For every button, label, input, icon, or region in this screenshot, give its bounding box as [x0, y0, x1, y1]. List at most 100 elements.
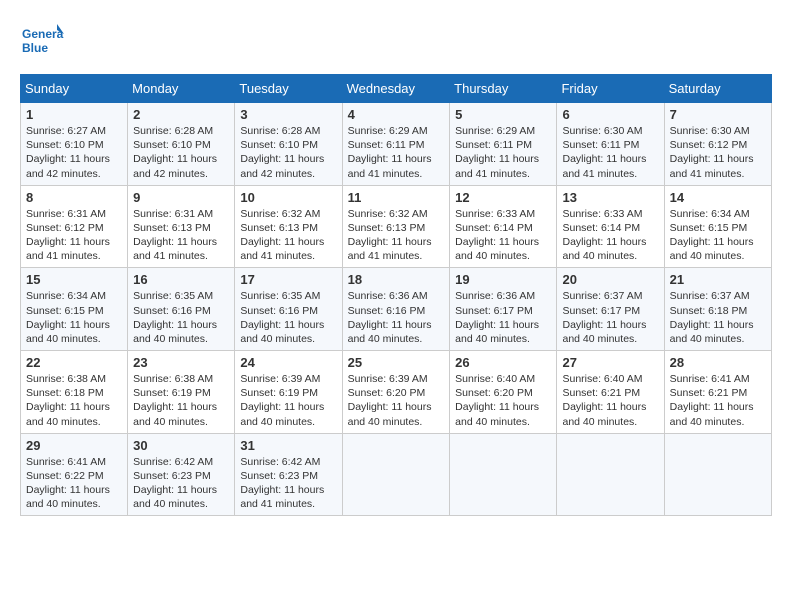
calendar-week-row: 8 Sunrise: 6:31 AM Sunset: 6:12 PM Dayli… — [21, 185, 772, 268]
day-info: Sunrise: 6:39 AM Sunset: 6:19 PM Dayligh… — [240, 372, 336, 429]
day-info: Sunrise: 6:32 AM Sunset: 6:13 PM Dayligh… — [348, 207, 445, 264]
day-info: Sunrise: 6:40 AM Sunset: 6:20 PM Dayligh… — [455, 372, 551, 429]
page-header: General Blue — [20, 20, 772, 64]
calendar-cell: 3 Sunrise: 6:28 AM Sunset: 6:10 PM Dayli… — [235, 103, 342, 186]
calendar-header-row: SundayMondayTuesdayWednesdayThursdayFrid… — [21, 75, 772, 103]
calendar-cell: 14 Sunrise: 6:34 AM Sunset: 6:15 PM Dayl… — [664, 185, 771, 268]
calendar-cell — [664, 433, 771, 516]
calendar-day-header: Tuesday — [235, 75, 342, 103]
day-number: 22 — [26, 355, 122, 370]
calendar-cell: 8 Sunrise: 6:31 AM Sunset: 6:12 PM Dayli… — [21, 185, 128, 268]
calendar-cell: 17 Sunrise: 6:35 AM Sunset: 6:16 PM Dayl… — [235, 268, 342, 351]
day-info: Sunrise: 6:39 AM Sunset: 6:20 PM Dayligh… — [348, 372, 445, 429]
calendar-cell: 29 Sunrise: 6:41 AM Sunset: 6:22 PM Dayl… — [21, 433, 128, 516]
day-number: 25 — [348, 355, 445, 370]
calendar-day-header: Wednesday — [342, 75, 450, 103]
day-info: Sunrise: 6:42 AM Sunset: 6:23 PM Dayligh… — [133, 455, 229, 512]
day-number: 11 — [348, 190, 445, 205]
day-info: Sunrise: 6:36 AM Sunset: 6:16 PM Dayligh… — [348, 289, 445, 346]
day-info: Sunrise: 6:37 AM Sunset: 6:17 PM Dayligh… — [562, 289, 658, 346]
calendar-cell: 22 Sunrise: 6:38 AM Sunset: 6:18 PM Dayl… — [21, 351, 128, 434]
day-info: Sunrise: 6:35 AM Sunset: 6:16 PM Dayligh… — [240, 289, 336, 346]
logo: General Blue — [20, 20, 64, 64]
day-info: Sunrise: 6:29 AM Sunset: 6:11 PM Dayligh… — [455, 124, 551, 181]
day-info: Sunrise: 6:30 AM Sunset: 6:11 PM Dayligh… — [562, 124, 658, 181]
day-number: 9 — [133, 190, 229, 205]
day-number: 2 — [133, 107, 229, 122]
day-number: 29 — [26, 438, 122, 453]
calendar-cell: 31 Sunrise: 6:42 AM Sunset: 6:23 PM Dayl… — [235, 433, 342, 516]
calendar-day-header: Friday — [557, 75, 664, 103]
calendar-cell: 5 Sunrise: 6:29 AM Sunset: 6:11 PM Dayli… — [450, 103, 557, 186]
day-info: Sunrise: 6:41 AM Sunset: 6:22 PM Dayligh… — [26, 455, 122, 512]
day-info: Sunrise: 6:40 AM Sunset: 6:21 PM Dayligh… — [562, 372, 658, 429]
day-number: 5 — [455, 107, 551, 122]
day-info: Sunrise: 6:33 AM Sunset: 6:14 PM Dayligh… — [455, 207, 551, 264]
day-info: Sunrise: 6:34 AM Sunset: 6:15 PM Dayligh… — [26, 289, 122, 346]
day-info: Sunrise: 6:41 AM Sunset: 6:21 PM Dayligh… — [670, 372, 766, 429]
calendar-cell — [342, 433, 450, 516]
calendar-cell: 23 Sunrise: 6:38 AM Sunset: 6:19 PM Dayl… — [128, 351, 235, 434]
day-number: 19 — [455, 272, 551, 287]
day-number: 4 — [348, 107, 445, 122]
day-info: Sunrise: 6:30 AM Sunset: 6:12 PM Dayligh… — [670, 124, 766, 181]
calendar-cell: 1 Sunrise: 6:27 AM Sunset: 6:10 PM Dayli… — [21, 103, 128, 186]
day-info: Sunrise: 6:42 AM Sunset: 6:23 PM Dayligh… — [240, 455, 336, 512]
calendar-cell: 19 Sunrise: 6:36 AM Sunset: 6:17 PM Dayl… — [450, 268, 557, 351]
calendar-table: SundayMondayTuesdayWednesdayThursdayFrid… — [20, 74, 772, 516]
calendar-cell — [557, 433, 664, 516]
day-number: 14 — [670, 190, 766, 205]
svg-text:Blue: Blue — [22, 41, 48, 55]
day-number: 15 — [26, 272, 122, 287]
calendar-cell: 21 Sunrise: 6:37 AM Sunset: 6:18 PM Dayl… — [664, 268, 771, 351]
calendar-cell: 4 Sunrise: 6:29 AM Sunset: 6:11 PM Dayli… — [342, 103, 450, 186]
calendar-cell: 10 Sunrise: 6:32 AM Sunset: 6:13 PM Dayl… — [235, 185, 342, 268]
calendar-cell — [450, 433, 557, 516]
calendar-day-header: Thursday — [450, 75, 557, 103]
day-number: 18 — [348, 272, 445, 287]
day-info: Sunrise: 6:33 AM Sunset: 6:14 PM Dayligh… — [562, 207, 658, 264]
calendar-week-row: 29 Sunrise: 6:41 AM Sunset: 6:22 PM Dayl… — [21, 433, 772, 516]
day-number: 27 — [562, 355, 658, 370]
calendar-cell: 15 Sunrise: 6:34 AM Sunset: 6:15 PM Dayl… — [21, 268, 128, 351]
day-info: Sunrise: 6:28 AM Sunset: 6:10 PM Dayligh… — [133, 124, 229, 181]
day-info: Sunrise: 6:37 AM Sunset: 6:18 PM Dayligh… — [670, 289, 766, 346]
day-info: Sunrise: 6:38 AM Sunset: 6:18 PM Dayligh… — [26, 372, 122, 429]
day-number: 21 — [670, 272, 766, 287]
calendar-week-row: 15 Sunrise: 6:34 AM Sunset: 6:15 PM Dayl… — [21, 268, 772, 351]
day-info: Sunrise: 6:27 AM Sunset: 6:10 PM Dayligh… — [26, 124, 122, 181]
day-number: 28 — [670, 355, 766, 370]
calendar-cell: 24 Sunrise: 6:39 AM Sunset: 6:19 PM Dayl… — [235, 351, 342, 434]
day-info: Sunrise: 6:29 AM Sunset: 6:11 PM Dayligh… — [348, 124, 445, 181]
calendar-cell: 25 Sunrise: 6:39 AM Sunset: 6:20 PM Dayl… — [342, 351, 450, 434]
calendar-cell: 26 Sunrise: 6:40 AM Sunset: 6:20 PM Dayl… — [450, 351, 557, 434]
calendar-cell: 6 Sunrise: 6:30 AM Sunset: 6:11 PM Dayli… — [557, 103, 664, 186]
calendar-cell: 7 Sunrise: 6:30 AM Sunset: 6:12 PM Dayli… — [664, 103, 771, 186]
day-number: 12 — [455, 190, 551, 205]
day-number: 20 — [562, 272, 658, 287]
day-info: Sunrise: 6:31 AM Sunset: 6:13 PM Dayligh… — [133, 207, 229, 264]
day-number: 17 — [240, 272, 336, 287]
day-number: 30 — [133, 438, 229, 453]
calendar-cell: 11 Sunrise: 6:32 AM Sunset: 6:13 PM Dayl… — [342, 185, 450, 268]
calendar-cell: 18 Sunrise: 6:36 AM Sunset: 6:16 PM Dayl… — [342, 268, 450, 351]
day-info: Sunrise: 6:28 AM Sunset: 6:10 PM Dayligh… — [240, 124, 336, 181]
day-number: 10 — [240, 190, 336, 205]
day-number: 8 — [26, 190, 122, 205]
calendar-week-row: 1 Sunrise: 6:27 AM Sunset: 6:10 PM Dayli… — [21, 103, 772, 186]
calendar-cell: 13 Sunrise: 6:33 AM Sunset: 6:14 PM Dayl… — [557, 185, 664, 268]
calendar-cell: 16 Sunrise: 6:35 AM Sunset: 6:16 PM Dayl… — [128, 268, 235, 351]
day-number: 26 — [455, 355, 551, 370]
logo-svg: General Blue — [20, 20, 64, 64]
day-number: 16 — [133, 272, 229, 287]
day-number: 6 — [562, 107, 658, 122]
day-number: 1 — [26, 107, 122, 122]
day-info: Sunrise: 6:34 AM Sunset: 6:15 PM Dayligh… — [670, 207, 766, 264]
day-number: 31 — [240, 438, 336, 453]
day-number: 23 — [133, 355, 229, 370]
calendar-cell: 27 Sunrise: 6:40 AM Sunset: 6:21 PM Dayl… — [557, 351, 664, 434]
calendar-cell: 9 Sunrise: 6:31 AM Sunset: 6:13 PM Dayli… — [128, 185, 235, 268]
day-number: 3 — [240, 107, 336, 122]
day-number: 7 — [670, 107, 766, 122]
day-number: 24 — [240, 355, 336, 370]
